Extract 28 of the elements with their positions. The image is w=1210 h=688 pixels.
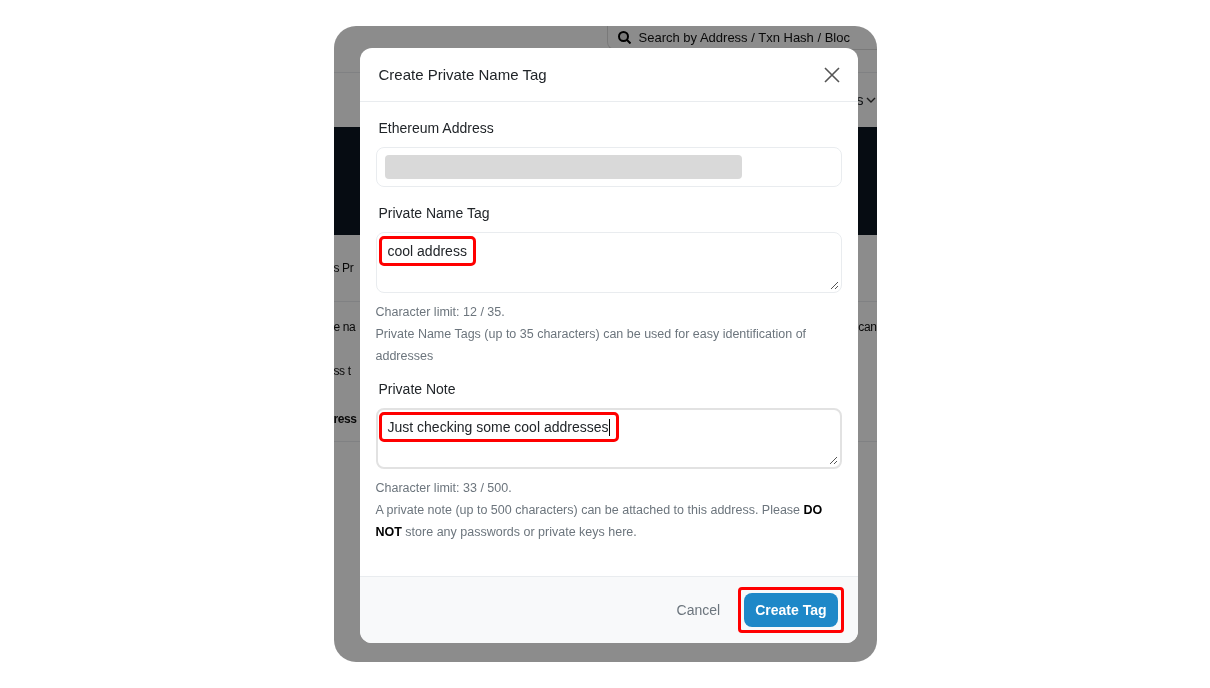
field-label: Private Note (377, 381, 457, 397)
resize-handle-icon[interactable] (829, 281, 839, 290)
field-label: Ethereum Address (377, 120, 495, 136)
close-button[interactable] (821, 64, 842, 85)
page-title: s Pr (333, 261, 354, 275)
chevron-down-icon (865, 97, 876, 103)
search-icon (617, 31, 631, 44)
create-tag-button[interactable]: Create Tag (744, 593, 838, 627)
field-value: cool address (378, 236, 476, 266)
search-placeholder: Search by Address / Txn Hash / Bloc (638, 30, 850, 45)
help-text: A private note (up to 500 characters) can be attached to this address. Please DO NOT store any passwords or private keys here. (375, 502, 824, 541)
paragraph-text: can (858, 320, 877, 336)
paragraph-text: ss t (333, 364, 351, 378)
paragraph-text: e na (333, 320, 356, 336)
text-area-field[interactable]: Just checking some cool addresses (375, 408, 842, 469)
column-header: ress (333, 412, 357, 426)
cancel-button[interactable]: Cancel (670, 594, 727, 626)
character-counter: Character limit: 33 / 500. (375, 480, 513, 497)
text-area-field[interactable]: cool address (375, 232, 842, 293)
field-value: Just checking some cool addresses (378, 412, 619, 442)
text-cursor (608, 418, 610, 436)
help-text: Private Name Tags (up to 35 characters) can be used for easy identification of addresses (375, 326, 808, 365)
resize-handle-icon[interactable] (828, 456, 838, 465)
search-field[interactable]: Search by Address / Txn Hash / Bloc (606, 26, 877, 50)
character-counter: Character limit: 12 / 35. (375, 304, 506, 321)
field-label: Private Name Tag (377, 205, 491, 221)
dialog-title: Create Private Name Tag (378, 66, 547, 83)
address-field[interactable] (375, 147, 842, 187)
